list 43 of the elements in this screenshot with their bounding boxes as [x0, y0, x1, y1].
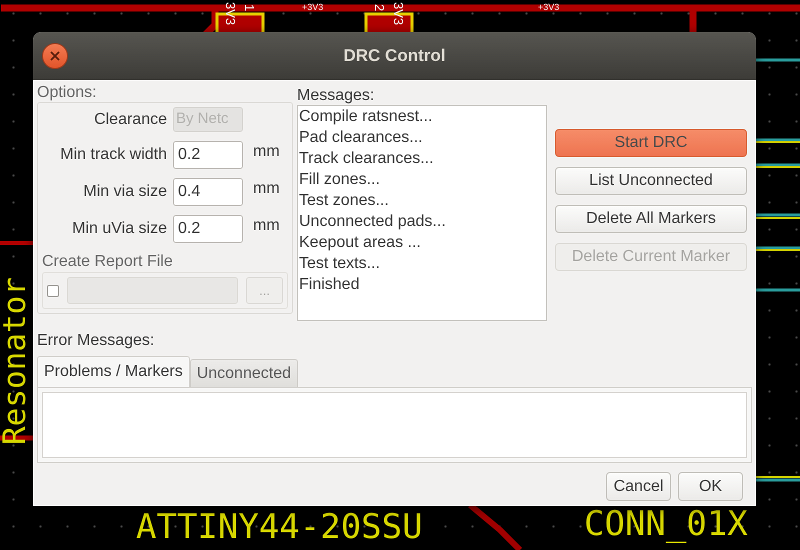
- unit-label: mm: [253, 142, 280, 162]
- field-label: Min via size: [82, 182, 168, 202]
- message-line: Compile ratsnest...: [299, 107, 434, 127]
- number-field[interactable]: 0.4: [173, 178, 243, 206]
- file-path-field[interactable]: [66, 277, 238, 304]
- number-field[interactable]: 0.2: [173, 215, 243, 243]
- group-title: Error Messages:: [37, 331, 156, 351]
- close-button[interactable]: [42, 43, 68, 69]
- group-title: Messages:: [297, 87, 376, 105]
- action-button[interactable]: List Unconnected: [555, 167, 747, 195]
- component-label: ATTINY44-20SSU: [136, 510, 423, 544]
- message-line: Keepout areas ...: [299, 233, 422, 253]
- window-title: DRC Control: [344, 45, 446, 68]
- message-line: Track clearances...: [299, 149, 435, 169]
- message-line: Fill zones...: [299, 170, 381, 190]
- group-title: Options:: [37, 84, 98, 102]
- report-checkbox[interactable]: [47, 284, 59, 296]
- field-label: Clearance: [93, 110, 168, 130]
- net-label: +3V3: [302, 3, 324, 12]
- message-line: Test texts...: [299, 254, 381, 274]
- number-field[interactable]: 0.2: [173, 141, 243, 169]
- cancel-button[interactable]: Cancel: [606, 472, 671, 501]
- component-label: CONN_01X: [584, 507, 748, 541]
- tab[interactable]: Unconnected: [190, 359, 298, 387]
- net-label: +3V3: [538, 3, 560, 12]
- field-label: Min track width: [59, 145, 168, 165]
- pad-label: 3V3: [224, 2, 237, 26]
- pad-label: 3V3: [392, 2, 405, 26]
- tab[interactable]: Problems / Markers: [37, 356, 190, 387]
- message-line: Unconnected pads...: [299, 212, 447, 232]
- action-button[interactable]: Delete All Markers: [555, 205, 747, 233]
- ok-button[interactable]: OK: [678, 472, 743, 501]
- message-line: Finished: [299, 275, 360, 295]
- field-label: Min uVia size: [71, 219, 168, 239]
- pad-label: 2: [373, 4, 386, 12]
- unit-label: mm: [253, 179, 280, 199]
- pad-label: 1: [243, 4, 256, 12]
- component-label: Resonator: [0, 277, 31, 445]
- close-icon: [50, 51, 60, 61]
- group-title: Create Report File: [42, 252, 174, 272]
- message-line: Pad clearances...: [299, 128, 424, 148]
- unit-label: mm: [253, 216, 280, 236]
- message-line: Test zones...: [299, 191, 390, 211]
